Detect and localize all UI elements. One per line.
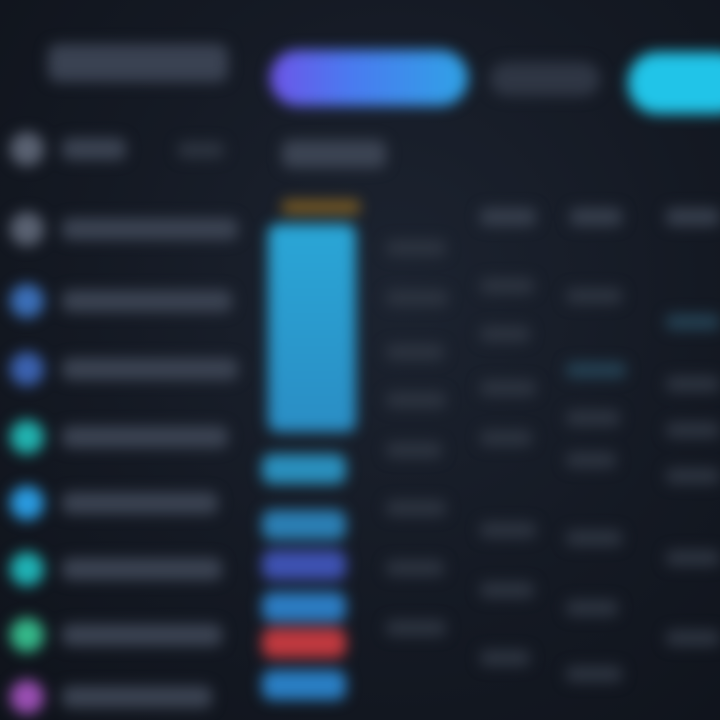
blurred-dashboard-screen (0, 0, 720, 720)
row-chip[interactable] (262, 670, 346, 700)
table-cell (480, 278, 534, 294)
table-cell (480, 650, 530, 666)
tab-active[interactable] (270, 50, 468, 106)
table-cell (386, 442, 442, 458)
green-circle-icon (10, 618, 44, 652)
sidebar-item-label (62, 624, 222, 646)
sidebar-item[interactable] (0, 472, 250, 532)
table-cell (566, 288, 622, 304)
table-cell (566, 452, 616, 468)
table-cell-highlighted (666, 314, 720, 330)
grey-circle-icon (10, 132, 44, 166)
table-cell (480, 522, 536, 538)
sidebar-item[interactable] (0, 604, 250, 664)
blue-circle-icon (10, 352, 44, 386)
table-cell (480, 582, 534, 598)
table-cell (480, 430, 532, 446)
row-chip[interactable] (262, 628, 346, 658)
table-cell (386, 240, 446, 256)
teal-circle-icon (10, 420, 44, 454)
row-chip[interactable] (262, 454, 346, 484)
sidebar-item[interactable] (0, 118, 250, 178)
table-cell (386, 392, 446, 408)
column-header (666, 208, 720, 226)
sidebar-item[interactable] (0, 666, 250, 720)
column-cap (282, 200, 360, 214)
table-cell (566, 666, 622, 682)
table-cell (666, 376, 720, 392)
table-cell (386, 620, 446, 636)
table-cell (386, 344, 444, 360)
table-cell (666, 550, 720, 566)
top-nav-bar (0, 0, 720, 120)
sidebar-item-badge (178, 142, 224, 158)
app-brand (48, 44, 228, 82)
table-cell (480, 380, 536, 396)
table-cell (566, 600, 618, 616)
sidebar-item[interactable] (0, 338, 250, 398)
sidebar-item[interactable] (0, 198, 250, 258)
selected-rows-block[interactable] (268, 224, 356, 432)
sidebar-item-label (62, 686, 212, 708)
purple-circle-icon (10, 680, 44, 714)
sidebar-item-label (62, 290, 232, 312)
grey-circle-icon (10, 212, 44, 246)
sidebar-item[interactable] (0, 538, 250, 598)
blue-circle-icon (10, 284, 44, 318)
sidebar-item[interactable] (0, 270, 250, 330)
table-cell (386, 560, 444, 576)
sidebar-item-label (62, 426, 228, 448)
table-cell (666, 468, 720, 484)
table-cell (386, 290, 448, 306)
table-cell (566, 530, 622, 546)
table-cell (666, 630, 720, 646)
row-chip[interactable] (262, 592, 346, 622)
table-cell-highlighted (566, 362, 626, 378)
sky-circle-icon (10, 486, 44, 520)
column-header (570, 208, 622, 226)
sidebar-item-label (62, 358, 238, 380)
row-chip[interactable] (262, 510, 346, 540)
table-cell (386, 500, 446, 516)
table-cell (566, 410, 620, 426)
table-cell (480, 326, 530, 342)
teal-circle-icon (10, 552, 44, 586)
column-header (480, 208, 536, 226)
highlighted-column (262, 200, 362, 720)
row-chip[interactable] (262, 550, 346, 580)
sidebar-item-label (62, 558, 222, 580)
tab-secondary[interactable] (490, 62, 600, 96)
table-cell (666, 422, 720, 438)
sidebar (0, 110, 250, 720)
sidebar-item-label (62, 138, 126, 160)
sidebar-item-label (62, 218, 238, 240)
tab-accent[interactable] (628, 52, 720, 114)
main-panel (262, 130, 720, 720)
sidebar-item-label (62, 492, 218, 514)
sidebar-item[interactable] (0, 406, 250, 466)
panel-title (282, 140, 386, 168)
